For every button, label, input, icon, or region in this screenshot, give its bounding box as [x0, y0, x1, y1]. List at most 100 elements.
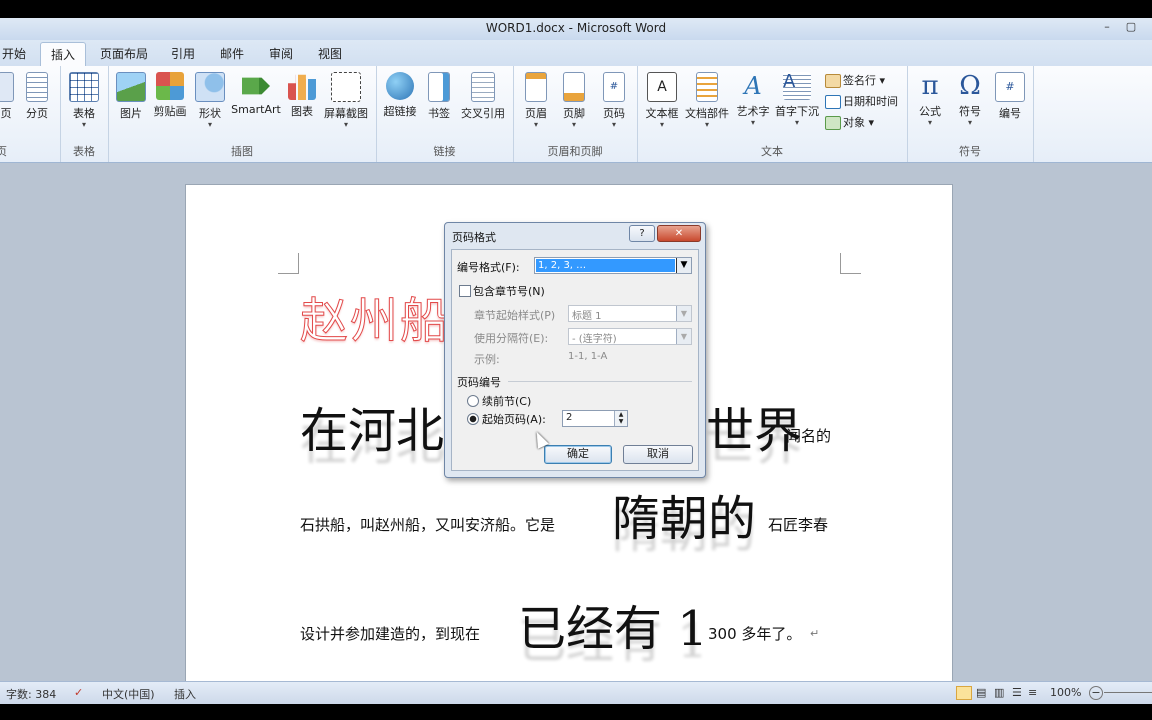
zoom-slider[interactable]	[1104, 692, 1152, 693]
maximize-button[interactable]: ▢	[1120, 20, 1142, 36]
insert-mode[interactable]: 插入	[174, 686, 196, 702]
omega-icon: Ω	[959, 71, 981, 101]
chevron-down-icon: ▾	[927, 118, 932, 127]
tab-mailings[interactable]: 邮件	[220, 45, 244, 62]
clipart-label: 剪贴画	[153, 105, 187, 118]
tab-review[interactable]: 审阅	[269, 45, 293, 62]
help-icon: ?	[639, 228, 645, 239]
chart-button[interactable]: 图表	[286, 72, 318, 119]
number-format-label: 编号格式(F):	[457, 261, 520, 274]
drop-cap-icon: A	[783, 72, 811, 100]
chapter-style-label: 章节起始样式(P)	[474, 309, 556, 322]
symbol-button[interactable]: Ω 符号 ▾	[953, 72, 987, 127]
shapes-label: 形状	[199, 107, 221, 120]
separator-select[interactable]: - (连字符) ▼	[568, 328, 692, 345]
clipart-icon	[156, 72, 184, 100]
start-at-input[interactable]: 2 ▲ ▼	[562, 410, 628, 427]
date-time-button[interactable]: 日期和时间	[825, 93, 898, 109]
quick-parts-button[interactable]: 文档部件 ▾	[683, 72, 731, 129]
group-table: 表格 ▾ 表格	[60, 66, 109, 162]
separator-value: - (连字符)	[572, 334, 617, 345]
header-button[interactable]: 页眉 ▾	[519, 72, 553, 129]
cross-reference-button[interactable]: 交叉引用	[458, 72, 508, 121]
cross-reference-label: 交叉引用	[461, 107, 505, 120]
chevron-down-icon: ▾	[659, 120, 664, 129]
group-links-label: 链接	[433, 145, 456, 158]
tab-view[interactable]: 视图	[318, 45, 342, 62]
title-bar: WORD1.docx - Microsoft Word – ▢	[0, 18, 1152, 40]
group-symbols: π 公式 ▾ Ω 符号 ▾ # 编号 符号	[907, 66, 1034, 162]
screenshot-icon	[331, 72, 361, 102]
close-button[interactable]: ✕	[657, 225, 701, 242]
tab-page-layout[interactable]: 页面布局	[100, 45, 148, 62]
spin-button[interactable]: ▲ ▼	[614, 411, 627, 426]
page-icon	[0, 72, 14, 102]
bookmark-label: 书签	[428, 107, 450, 120]
tab-home[interactable]: 开始	[2, 45, 26, 62]
number-button[interactable]: # 编号	[993, 72, 1027, 121]
chapter-style-select[interactable]: 标题 1 ▼	[568, 305, 692, 322]
bookmark-button[interactable]: 书签	[424, 72, 454, 121]
word-count[interactable]: 字数: 384	[6, 686, 56, 702]
print-layout-view-icon[interactable]	[956, 686, 972, 700]
minimize-button[interactable]: –	[1096, 20, 1118, 36]
tab-insert[interactable]: 插入	[40, 42, 87, 68]
footer-button[interactable]: 页脚 ▾	[557, 72, 591, 129]
dialog-title: 页码格式	[452, 231, 496, 244]
smartart-label: SmartArt	[231, 103, 281, 116]
proofing-icon[interactable]: ✓	[74, 686, 83, 699]
page-number-button[interactable]: # 页码 ▾	[597, 72, 631, 129]
bookmark-icon	[428, 72, 450, 102]
web-layout-view-icon[interactable]: ▥	[994, 686, 1004, 699]
header-icon	[525, 72, 547, 102]
doc-line2-small-right: 石匠李春	[768, 516, 829, 534]
help-button[interactable]: ?	[629, 225, 655, 242]
shapes-button[interactable]: 形状 ▾	[194, 72, 226, 129]
start-at-radio[interactable]	[467, 413, 479, 425]
signature-line-button[interactable]: 签名行 ▾	[825, 72, 885, 88]
wordart-button[interactable]: A 艺术字 ▾	[733, 72, 773, 127]
equation-button[interactable]: π 公式 ▾	[913, 72, 947, 127]
table-button[interactable]: 表格 ▾	[68, 72, 100, 129]
language[interactable]: 中文(中国)	[102, 686, 155, 702]
smartart-button[interactable]: SmartArt	[230, 72, 282, 116]
draft-view-icon[interactable]: ≡	[1028, 686, 1037, 699]
ok-button[interactable]: 确定	[544, 445, 612, 464]
number-format-select[interactable]: 1, 2, 3, … ▼	[534, 257, 692, 274]
tab-references[interactable]: 引用	[171, 45, 195, 62]
chart-label: 图表	[291, 105, 313, 118]
full-screen-view-icon[interactable]: ▤	[976, 686, 986, 699]
object-button[interactable]: 对象 ▾	[825, 114, 874, 130]
quick-parts-label: 文档部件	[685, 107, 729, 120]
textbox-label: 文本框	[645, 107, 679, 120]
quick-parts-icon	[696, 72, 718, 102]
zoom-level[interactable]: 100%	[1050, 686, 1081, 699]
screenshot-button[interactable]: 屏幕截图 ▾	[320, 72, 372, 129]
cancel-button[interactable]: 取消	[623, 445, 693, 464]
zoom-out-icon[interactable]: −	[1089, 686, 1103, 700]
doc-line3-small-right: 300 多年了。	[708, 625, 802, 643]
drop-cap-button[interactable]: A 首字下沉 ▾	[773, 72, 821, 127]
hyperlink-button[interactable]: 超链接	[380, 72, 420, 119]
outline-view-icon[interactable]: ☰	[1012, 686, 1022, 699]
clipart-button[interactable]: 剪贴画	[150, 72, 190, 119]
doc-line1-big-left: 在河北	[300, 403, 445, 459]
header-label: 页眉	[525, 107, 547, 120]
window-title: WORD1.docx - Microsoft Word	[485, 21, 667, 35]
number-format-value: 1, 2, 3, …	[536, 259, 675, 272]
page-button[interactable]: 页	[0, 72, 18, 121]
chevron-down-icon[interactable]: ▼	[676, 258, 691, 273]
page-number-format-dialog: 页码格式 ? ✕ 编号格式(F): 1, 2, 3, … ▼ 包含章节号(N) …	[444, 222, 706, 478]
signature-label: 签名行	[843, 74, 876, 87]
group-header-footer-label: 页眉和页脚	[547, 145, 603, 158]
doc-line3-small-left: 设计并参加建造的，到现在	[300, 625, 481, 643]
include-chapter-checkbox[interactable]	[459, 285, 471, 297]
document-title: 赵州船	[299, 293, 451, 350]
chevron-down-icon: ▾	[750, 118, 755, 127]
chevron-down-icon: ▾	[704, 120, 709, 129]
picture-button[interactable]: 图片	[114, 72, 148, 121]
textbox-button[interactable]: A 文本框 ▾	[643, 72, 681, 129]
continue-radio[interactable]	[467, 395, 479, 407]
ribbon-tabs: 开始 插入 页面布局 引用 邮件 审阅 视图	[0, 40, 1152, 68]
page-break-button[interactable]: 分页	[22, 72, 52, 121]
